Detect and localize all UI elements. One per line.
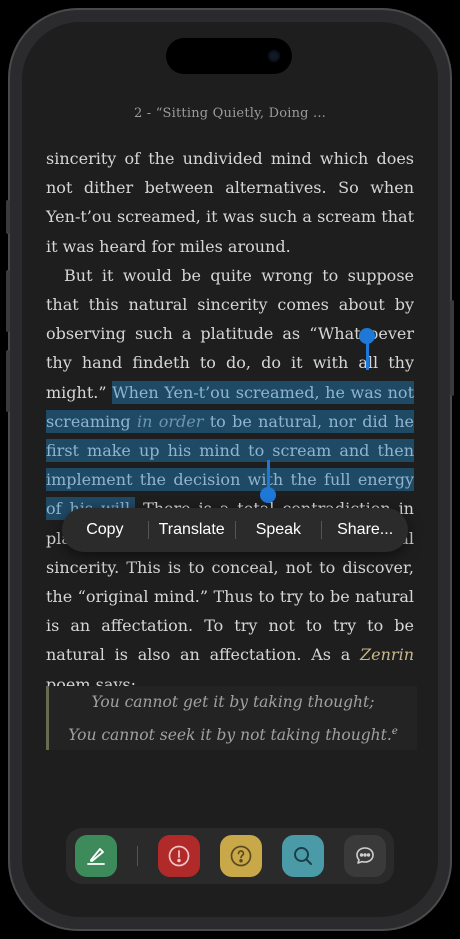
question-circle-icon bbox=[230, 845, 252, 867]
selection-end-knob[interactable] bbox=[260, 487, 276, 503]
search-button[interactable] bbox=[282, 835, 324, 877]
paragraph-1[interactable]: sincerity of the undivided mind which do… bbox=[46, 144, 414, 261]
paragraph-2[interactable]: But it would be quite wrong to suppose t… bbox=[46, 261, 414, 699]
annotation-toolbar bbox=[66, 828, 394, 884]
selected-italic: in order bbox=[136, 411, 204, 431]
selection-start-knob[interactable] bbox=[359, 328, 375, 344]
selection-context-menu: Copy Translate Speak Share... bbox=[62, 508, 408, 552]
block-quote: You cannot get it by taking thought; You… bbox=[46, 686, 417, 750]
dynamic-island bbox=[166, 38, 292, 74]
comment-button[interactable] bbox=[344, 835, 386, 877]
action-button bbox=[6, 200, 10, 234]
quote-line-2: You cannot seek it by not taking thought… bbox=[68, 726, 398, 745]
zenrin-link[interactable]: Zenrin bbox=[360, 645, 414, 664]
book-text[interactable]: sincerity of the undivided mind which do… bbox=[46, 144, 414, 699]
volume-up-button bbox=[6, 270, 10, 332]
share-button[interactable]: Share... bbox=[322, 521, 408, 539]
volume-down-button bbox=[6, 350, 10, 412]
speak-button[interactable]: Speak bbox=[236, 521, 322, 539]
toolbar-divider bbox=[137, 846, 138, 866]
copy-button[interactable]: Copy bbox=[62, 521, 148, 539]
selection-end-handle[interactable] bbox=[267, 460, 270, 488]
exclamation-circle-icon bbox=[168, 845, 190, 867]
footnote-marker[interactable]: e bbox=[392, 726, 398, 737]
screen: 2 - “Sitting Quietly, Doing ... sincerit… bbox=[22, 22, 438, 917]
power-button bbox=[450, 300, 454, 396]
translate-button[interactable]: Translate bbox=[149, 521, 235, 539]
question-note-button[interactable] bbox=[220, 835, 262, 877]
quote-line-1: You cannot get it by taking thought; bbox=[91, 693, 375, 711]
highlighter-icon bbox=[87, 848, 105, 865]
alert-note-button[interactable] bbox=[158, 835, 200, 877]
highlighter-button[interactable] bbox=[75, 835, 117, 877]
chapter-title: 2 - “Sitting Quietly, Doing ... bbox=[133, 106, 327, 121]
search-icon bbox=[294, 847, 312, 865]
chat-bubble-icon bbox=[356, 847, 374, 864]
selection-start-handle[interactable] bbox=[366, 342, 369, 370]
camera-icon bbox=[268, 50, 280, 62]
